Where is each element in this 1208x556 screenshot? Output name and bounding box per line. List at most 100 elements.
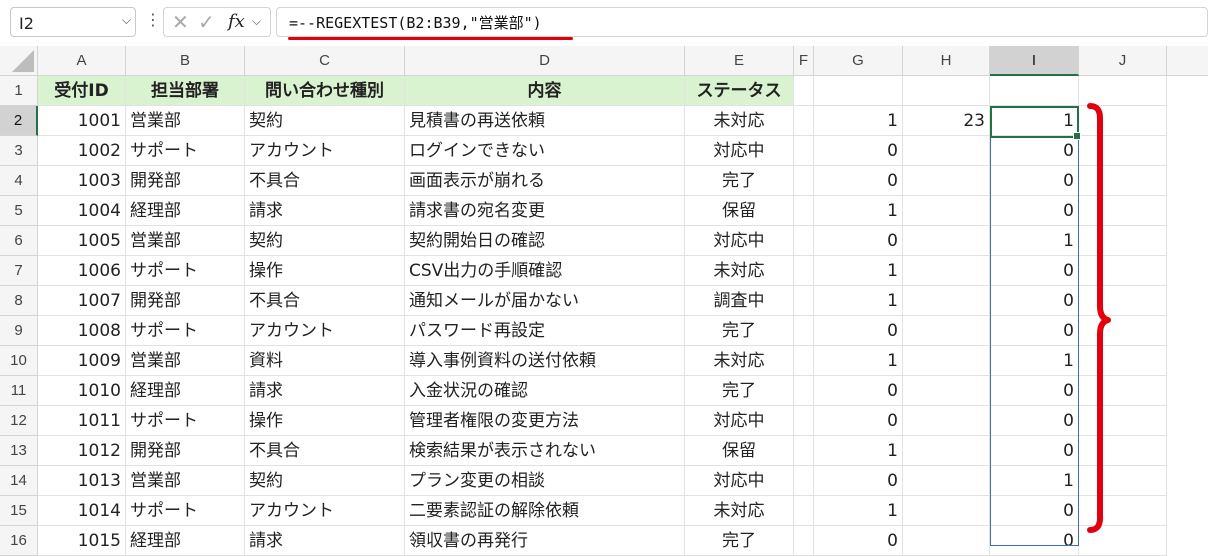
- cell-status[interactable]: 未対応: [685, 346, 794, 376]
- cell-empty[interactable]: [794, 256, 814, 286]
- row-header[interactable]: 4: [0, 166, 38, 196]
- column-header-j[interactable]: J: [1079, 46, 1167, 76]
- row-header[interactable]: 5: [0, 196, 38, 226]
- cell-id[interactable]: 1001: [38, 106, 126, 136]
- cell-empty[interactable]: [794, 106, 814, 136]
- select-all-corner[interactable]: [0, 46, 38, 76]
- cell-id[interactable]: 1008: [38, 316, 126, 346]
- cell-content[interactable]: プラン変更の相談: [405, 466, 685, 496]
- row-header[interactable]: 11: [0, 376, 38, 406]
- cell-status[interactable]: 対応中: [685, 136, 794, 166]
- cell-empty[interactable]: [794, 196, 814, 226]
- row-header[interactable]: 10: [0, 346, 38, 376]
- cell-empty[interactable]: [794, 76, 814, 106]
- cell-content[interactable]: 画面表示が崩れる: [405, 166, 685, 196]
- cell-h[interactable]: [903, 436, 990, 466]
- cell-status[interactable]: 対応中: [685, 406, 794, 436]
- chevron-down-icon[interactable]: ⌵: [252, 14, 261, 29]
- cell-empty[interactable]: [794, 316, 814, 346]
- formula-input[interactable]: =--REGEXTEST(B2:B39,"営業部"): [276, 7, 1208, 37]
- cell-status[interactable]: 完了: [685, 376, 794, 406]
- cell-id[interactable]: 1012: [38, 436, 126, 466]
- header-cell-c[interactable]: 問い合わせ種別: [245, 76, 405, 106]
- row-header[interactable]: 8: [0, 286, 38, 316]
- cell-empty[interactable]: [794, 346, 814, 376]
- cell-h[interactable]: [903, 526, 990, 556]
- cell-dept[interactable]: サポート: [126, 136, 245, 166]
- column-header-d[interactable]: D: [405, 46, 685, 76]
- cell-empty[interactable]: [903, 76, 990, 106]
- cell-status[interactable]: 保留: [685, 196, 794, 226]
- header-cell-b[interactable]: 担当部署: [126, 76, 245, 106]
- cell-type[interactable]: 不具合: [245, 286, 405, 316]
- cell-h[interactable]: [903, 466, 990, 496]
- cell-type[interactable]: 操作: [245, 406, 405, 436]
- cell-dept[interactable]: サポート: [126, 496, 245, 526]
- cell-empty[interactable]: [794, 226, 814, 256]
- cell-content[interactable]: 二要素認証の解除依頼: [405, 496, 685, 526]
- cell-h[interactable]: [903, 346, 990, 376]
- cell-content[interactable]: 検索結果が表示されない: [405, 436, 685, 466]
- cell-g[interactable]: 0: [814, 466, 903, 496]
- cell-empty[interactable]: [794, 406, 814, 436]
- row-header[interactable]: 15: [0, 496, 38, 526]
- cell-empty[interactable]: [794, 436, 814, 466]
- cell-empty[interactable]: [794, 466, 814, 496]
- cell-g[interactable]: 1: [814, 346, 903, 376]
- column-header-next[interactable]: [1167, 46, 1208, 76]
- cell-h[interactable]: [903, 406, 990, 436]
- cell-empty[interactable]: [794, 496, 814, 526]
- row-header[interactable]: 14: [0, 466, 38, 496]
- header-cell-e[interactable]: ステータス: [685, 76, 794, 106]
- close-icon[interactable]: ✕: [172, 10, 189, 34]
- cell-status[interactable]: 対応中: [685, 466, 794, 496]
- cell-h[interactable]: [903, 286, 990, 316]
- cell-g[interactable]: 1: [814, 286, 903, 316]
- cell-type[interactable]: 契約: [245, 106, 405, 136]
- cell-g[interactable]: 0: [814, 136, 903, 166]
- cell-content[interactable]: 管理者権限の変更方法: [405, 406, 685, 436]
- cell-status[interactable]: 未対応: [685, 106, 794, 136]
- name-box[interactable]: I2 ⌵: [10, 7, 136, 37]
- cell-empty[interactable]: [794, 286, 814, 316]
- cell-content[interactable]: 通知メールが届かない: [405, 286, 685, 316]
- cell-h[interactable]: 23: [903, 106, 990, 136]
- row-header[interactable]: 12: [0, 406, 38, 436]
- cell-dept[interactable]: サポート: [126, 406, 245, 436]
- row-header[interactable]: 6: [0, 226, 38, 256]
- cell-status[interactable]: 完了: [685, 316, 794, 346]
- cell-type[interactable]: 不具合: [245, 436, 405, 466]
- cell-content[interactable]: 入金状況の確認: [405, 376, 685, 406]
- cell-dept[interactable]: 営業部: [126, 346, 245, 376]
- cell-id[interactable]: 1005: [38, 226, 126, 256]
- column-header-b[interactable]: B: [126, 46, 245, 76]
- column-header-i[interactable]: I: [990, 46, 1079, 76]
- cell-content[interactable]: 領収書の再発行: [405, 526, 685, 556]
- row-header[interactable]: 9: [0, 316, 38, 346]
- cell-type[interactable]: アカウント: [245, 316, 405, 346]
- cell-empty[interactable]: [814, 76, 903, 106]
- cell-content[interactable]: 見積書の再送依頼: [405, 106, 685, 136]
- cell-g[interactable]: 0: [814, 166, 903, 196]
- cell-type[interactable]: 資料: [245, 346, 405, 376]
- cell-type[interactable]: 請求: [245, 376, 405, 406]
- chevron-down-icon[interactable]: ⌵: [122, 13, 131, 28]
- cell-type[interactable]: 契約: [245, 226, 405, 256]
- header-cell-d[interactable]: 内容: [405, 76, 685, 106]
- cell-dept[interactable]: 営業部: [126, 106, 245, 136]
- active-cell-selection[interactable]: [990, 106, 1081, 140]
- cell-type[interactable]: 操作: [245, 256, 405, 286]
- cell-dept[interactable]: 開発部: [126, 166, 245, 196]
- column-header-e[interactable]: E: [685, 46, 794, 76]
- column-header-h[interactable]: H: [903, 46, 990, 76]
- cell-id[interactable]: 1009: [38, 346, 126, 376]
- header-cell-a[interactable]: 受付ID: [38, 76, 126, 106]
- cell-empty[interactable]: [794, 526, 814, 556]
- cell-type[interactable]: 請求: [245, 526, 405, 556]
- cell-h[interactable]: [903, 496, 990, 526]
- cell-g[interactable]: 1: [814, 106, 903, 136]
- cell-content[interactable]: ログインできない: [405, 136, 685, 166]
- cell-h[interactable]: [903, 376, 990, 406]
- cell-id[interactable]: 1002: [38, 136, 126, 166]
- cell-type[interactable]: アカウント: [245, 136, 405, 166]
